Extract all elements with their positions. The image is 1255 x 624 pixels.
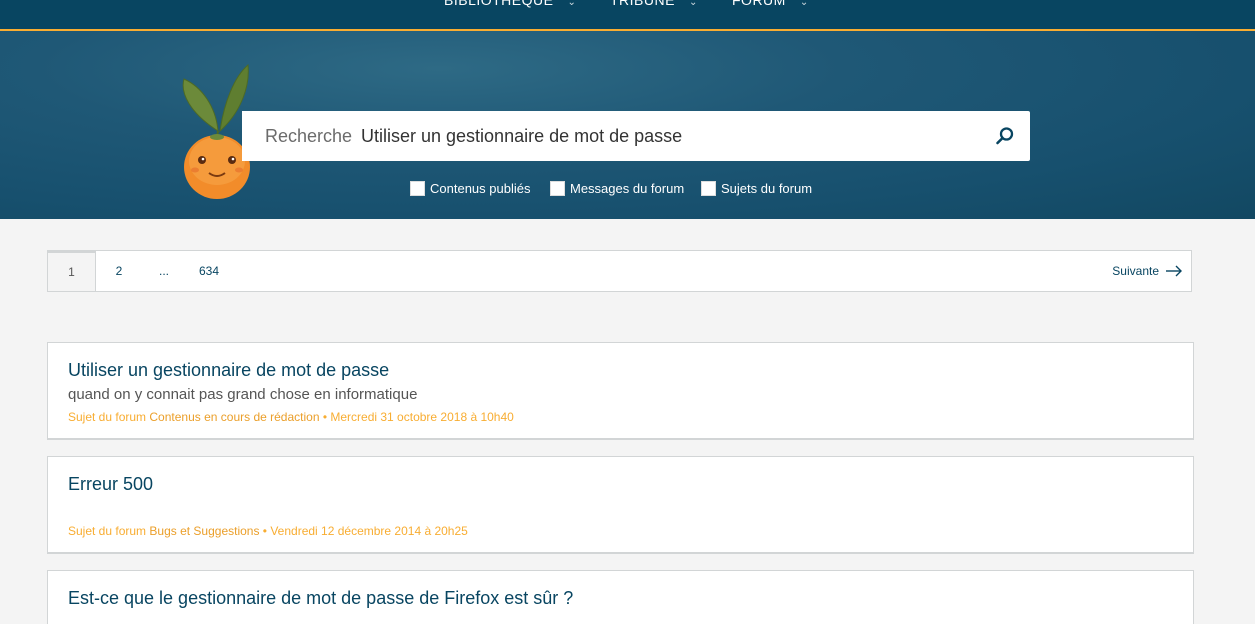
result-type: Sujet du forum (68, 524, 147, 538)
chevron-down-icon: ⌄ (799, 0, 809, 8)
search-icon[interactable] (994, 125, 1016, 147)
search-result: Est-ce que le gestionnaire de mot de pas… (47, 570, 1194, 624)
checkbox[interactable] (550, 181, 565, 196)
nav-item-label: TRIBUNE (610, 0, 675, 8)
nav-item-forum[interactable]: FORUM ⌄ (732, 0, 809, 8)
filter-published-contents[interactable]: Contenus publiés (410, 181, 530, 196)
result-category-link[interactable]: Bugs et Suggestions (149, 524, 259, 538)
result-title[interactable]: Erreur 500 (68, 474, 153, 495)
result-description: quand on y connait pas grand chose en in… (68, 386, 418, 403)
page-ellipsis: ... (158, 264, 169, 278)
search-box[interactable]: Recherche Utiliser un gestionnaire de mo… (242, 111, 1030, 161)
search-result: Erreur 500 Sujet du forum Bugs et Sugges… (47, 456, 1194, 554)
nav-item-bibliotheque[interactable]: BIBLIOTHÈQUE ⌄ (444, 0, 576, 8)
next-page-label: Suivante (1112, 264, 1159, 278)
filter-label: Messages du forum (570, 181, 685, 196)
nav-item-tribune[interactable]: TRIBUNE ⌄ (610, 0, 698, 8)
search-input[interactable]: Utiliser un gestionnaire de mot de passe (361, 126, 682, 147)
top-navigation: BIBLIOTHÈQUE ⌄ TRIBUNE ⌄ FORUM ⌄ (0, 0, 1255, 31)
filter-forum-topics[interactable]: Sujets du forum (701, 181, 812, 196)
page-2[interactable]: 2 (106, 251, 132, 291)
page-634[interactable]: 634 (193, 251, 225, 291)
result-meta: Sujet du forum Bugs et Suggestions • Ven… (68, 524, 468, 538)
result-category-link[interactable]: Contenus en cours de rédaction (149, 410, 319, 424)
chevron-down-icon: ⌄ (567, 0, 577, 8)
result-title[interactable]: Est-ce que le gestionnaire de mot de pas… (68, 588, 573, 609)
search-header: Recherche Utiliser un gestionnaire de mo… (0, 31, 1255, 219)
nav-item-label: FORUM (732, 0, 786, 8)
search-result: Utiliser un gestionnaire de mot de passe… (47, 342, 1194, 440)
result-date: • Mercredi 31 octobre 2018 à 10h40 (319, 410, 514, 424)
filter-label: Sujets du forum (721, 181, 813, 196)
page-1[interactable]: 1 (47, 251, 96, 291)
checkbox[interactable] (410, 181, 425, 196)
result-date: • Vendredi 12 décembre 2014 à 20h25 (259, 524, 468, 538)
next-page-button[interactable]: Suivante (1112, 251, 1183, 291)
checkbox[interactable] (701, 181, 716, 196)
search-label: Recherche (265, 126, 353, 146)
result-type: Sujet du forum (68, 410, 147, 424)
result-meta: Sujet du forum Contenus en cours de réda… (68, 410, 514, 424)
nav-item-label: BIBLIOTHÈQUE (444, 0, 554, 8)
chevron-down-icon: ⌄ (688, 0, 698, 8)
filter-label: Contenus publiés (430, 181, 531, 196)
pagination: 1 2 ... 634 Suivante (47, 250, 1192, 292)
filter-forum-messages[interactable]: Messages du forum (550, 181, 684, 196)
arrow-right-icon (1166, 265, 1182, 277)
result-title[interactable]: Utiliser un gestionnaire de mot de passe (68, 360, 389, 381)
